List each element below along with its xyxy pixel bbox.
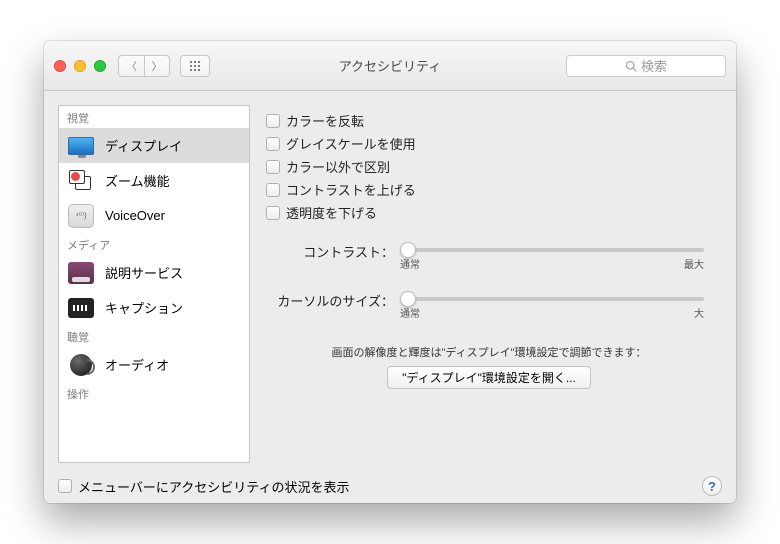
captions-icon bbox=[68, 298, 94, 318]
sidebar-item-label: ディスプレイ bbox=[105, 136, 182, 155]
sidebar-item-voiceover[interactable]: ⁴⁰⁾) VoiceOver bbox=[59, 198, 249, 233]
checkbox-differentiate[interactable]: カラー以外で区別 bbox=[266, 157, 714, 176]
sidebar-item-zoom[interactable]: ズーム機能 bbox=[59, 163, 249, 198]
contrast-label: コントラスト： bbox=[264, 240, 400, 261]
checkbox-label: カラーを反転 bbox=[286, 111, 364, 130]
help-button[interactable]: ? bbox=[702, 476, 722, 496]
cursor-slider[interactable] bbox=[400, 297, 704, 301]
contrast-slider-row: コントラスト： 通常 最大 bbox=[264, 240, 714, 271]
slider-max-label: 大 bbox=[694, 305, 704, 320]
checkbox-icon[interactable] bbox=[58, 479, 72, 493]
slider-max-label: 最大 bbox=[684, 256, 704, 271]
category-vision: 視覚 bbox=[59, 106, 249, 128]
traffic-lights bbox=[54, 60, 106, 72]
contrast-slider[interactable] bbox=[400, 248, 704, 252]
sidebar-item-audio[interactable]: オーディオ bbox=[59, 347, 249, 382]
footer-checkbox-label: メニューバーにアクセシビリティの状況を表示 bbox=[78, 477, 349, 496]
zoom-window-icon[interactable] bbox=[94, 60, 106, 72]
category-media: メディア bbox=[59, 233, 249, 255]
checkbox-label: カラー以外で区別 bbox=[286, 157, 390, 176]
sidebar-item-display[interactable]: ディスプレイ bbox=[59, 128, 249, 163]
checkbox-icon bbox=[266, 137, 280, 151]
descriptions-icon bbox=[68, 262, 94, 284]
back-button[interactable]: 〈 bbox=[118, 55, 144, 77]
checkbox-label: コントラストを上げる bbox=[286, 180, 416, 199]
voiceover-icon: ⁴⁰⁾) bbox=[68, 204, 94, 228]
checkbox-icon bbox=[266, 160, 280, 174]
footer: メニューバーにアクセシビリティの状況を表示 ? bbox=[44, 469, 736, 503]
slider-min-label: 通常 bbox=[400, 305, 420, 320]
checkbox-icon bbox=[266, 183, 280, 197]
grid-icon bbox=[189, 60, 201, 72]
display-icon bbox=[68, 137, 94, 155]
audio-icon bbox=[70, 354, 92, 376]
chevron-left-icon: 〈 bbox=[126, 58, 137, 74]
checkbox-invert-colors[interactable]: カラーを反転 bbox=[266, 111, 714, 130]
minimize-icon[interactable] bbox=[74, 60, 86, 72]
checkbox-icon bbox=[266, 114, 280, 128]
sidebar-item-label: VoiceOver bbox=[105, 208, 165, 223]
sidebar: 視覚 ディスプレイ ズーム機能 ⁴⁰⁾) VoiceOver メディア 説明サー… bbox=[58, 105, 250, 463]
checkbox-increase-contrast[interactable]: コントラストを上げる bbox=[266, 180, 714, 199]
titlebar: 〈 〉 アクセシビリティ 検索 bbox=[44, 41, 736, 91]
sidebar-item-label: オーディオ bbox=[105, 355, 169, 374]
sidebar-item-label: ズーム機能 bbox=[105, 171, 170, 190]
cursor-slider-row: カーソルのサイズ： 通常 大 bbox=[264, 289, 714, 320]
content-area: 視覚 ディスプレイ ズーム機能 ⁴⁰⁾) VoiceOver メディア 説明サー… bbox=[44, 91, 736, 469]
sidebar-item-captions[interactable]: キャプション bbox=[59, 290, 249, 325]
open-display-prefs-button[interactable]: "ディスプレイ"環境設定を開く... bbox=[387, 366, 591, 389]
category-interact: 操作 bbox=[59, 382, 249, 404]
search-icon bbox=[625, 60, 637, 72]
category-hearing: 聴覚 bbox=[59, 325, 249, 347]
forward-button[interactable]: 〉 bbox=[144, 55, 170, 77]
sidebar-item-label: 説明サービス bbox=[105, 263, 183, 282]
cursor-label: カーソルのサイズ： bbox=[264, 289, 400, 310]
sidebar-item-label: キャプション bbox=[105, 298, 183, 317]
close-icon[interactable] bbox=[54, 60, 66, 72]
search-placeholder: 検索 bbox=[641, 56, 667, 75]
slider-min-label: 通常 bbox=[400, 256, 420, 271]
search-input[interactable]: 検索 bbox=[566, 55, 726, 77]
checkbox-reduce-transparency[interactable]: 透明度を下げる bbox=[266, 203, 714, 222]
show-all-button[interactable] bbox=[180, 55, 210, 77]
main-panel: カラーを反転 グレイスケールを使用 カラー以外で区別 コントラストを上げる 透明… bbox=[264, 105, 722, 463]
checkbox-icon bbox=[266, 206, 280, 220]
slider-thumb-icon[interactable] bbox=[400, 242, 416, 258]
sidebar-item-descriptions[interactable]: 説明サービス bbox=[59, 255, 249, 290]
nav-buttons: 〈 〉 bbox=[118, 55, 170, 77]
slider-thumb-icon[interactable] bbox=[400, 291, 416, 307]
checkbox-label: 透明度を下げる bbox=[286, 203, 377, 222]
checkbox-label: グレイスケールを使用 bbox=[286, 134, 416, 153]
zoom-icon bbox=[69, 170, 93, 192]
help-icon: ? bbox=[708, 479, 716, 494]
checkbox-grayscale[interactable]: グレイスケールを使用 bbox=[266, 134, 714, 153]
chevron-right-icon: 〉 bbox=[152, 58, 163, 74]
display-note: 画面の解像度と輝度は"ディスプレイ"環境設定で調節できます： bbox=[264, 344, 714, 360]
preferences-window: 〈 〉 アクセシビリティ 検索 視覚 ディスプレイ ズーム機能 bbox=[44, 41, 736, 503]
